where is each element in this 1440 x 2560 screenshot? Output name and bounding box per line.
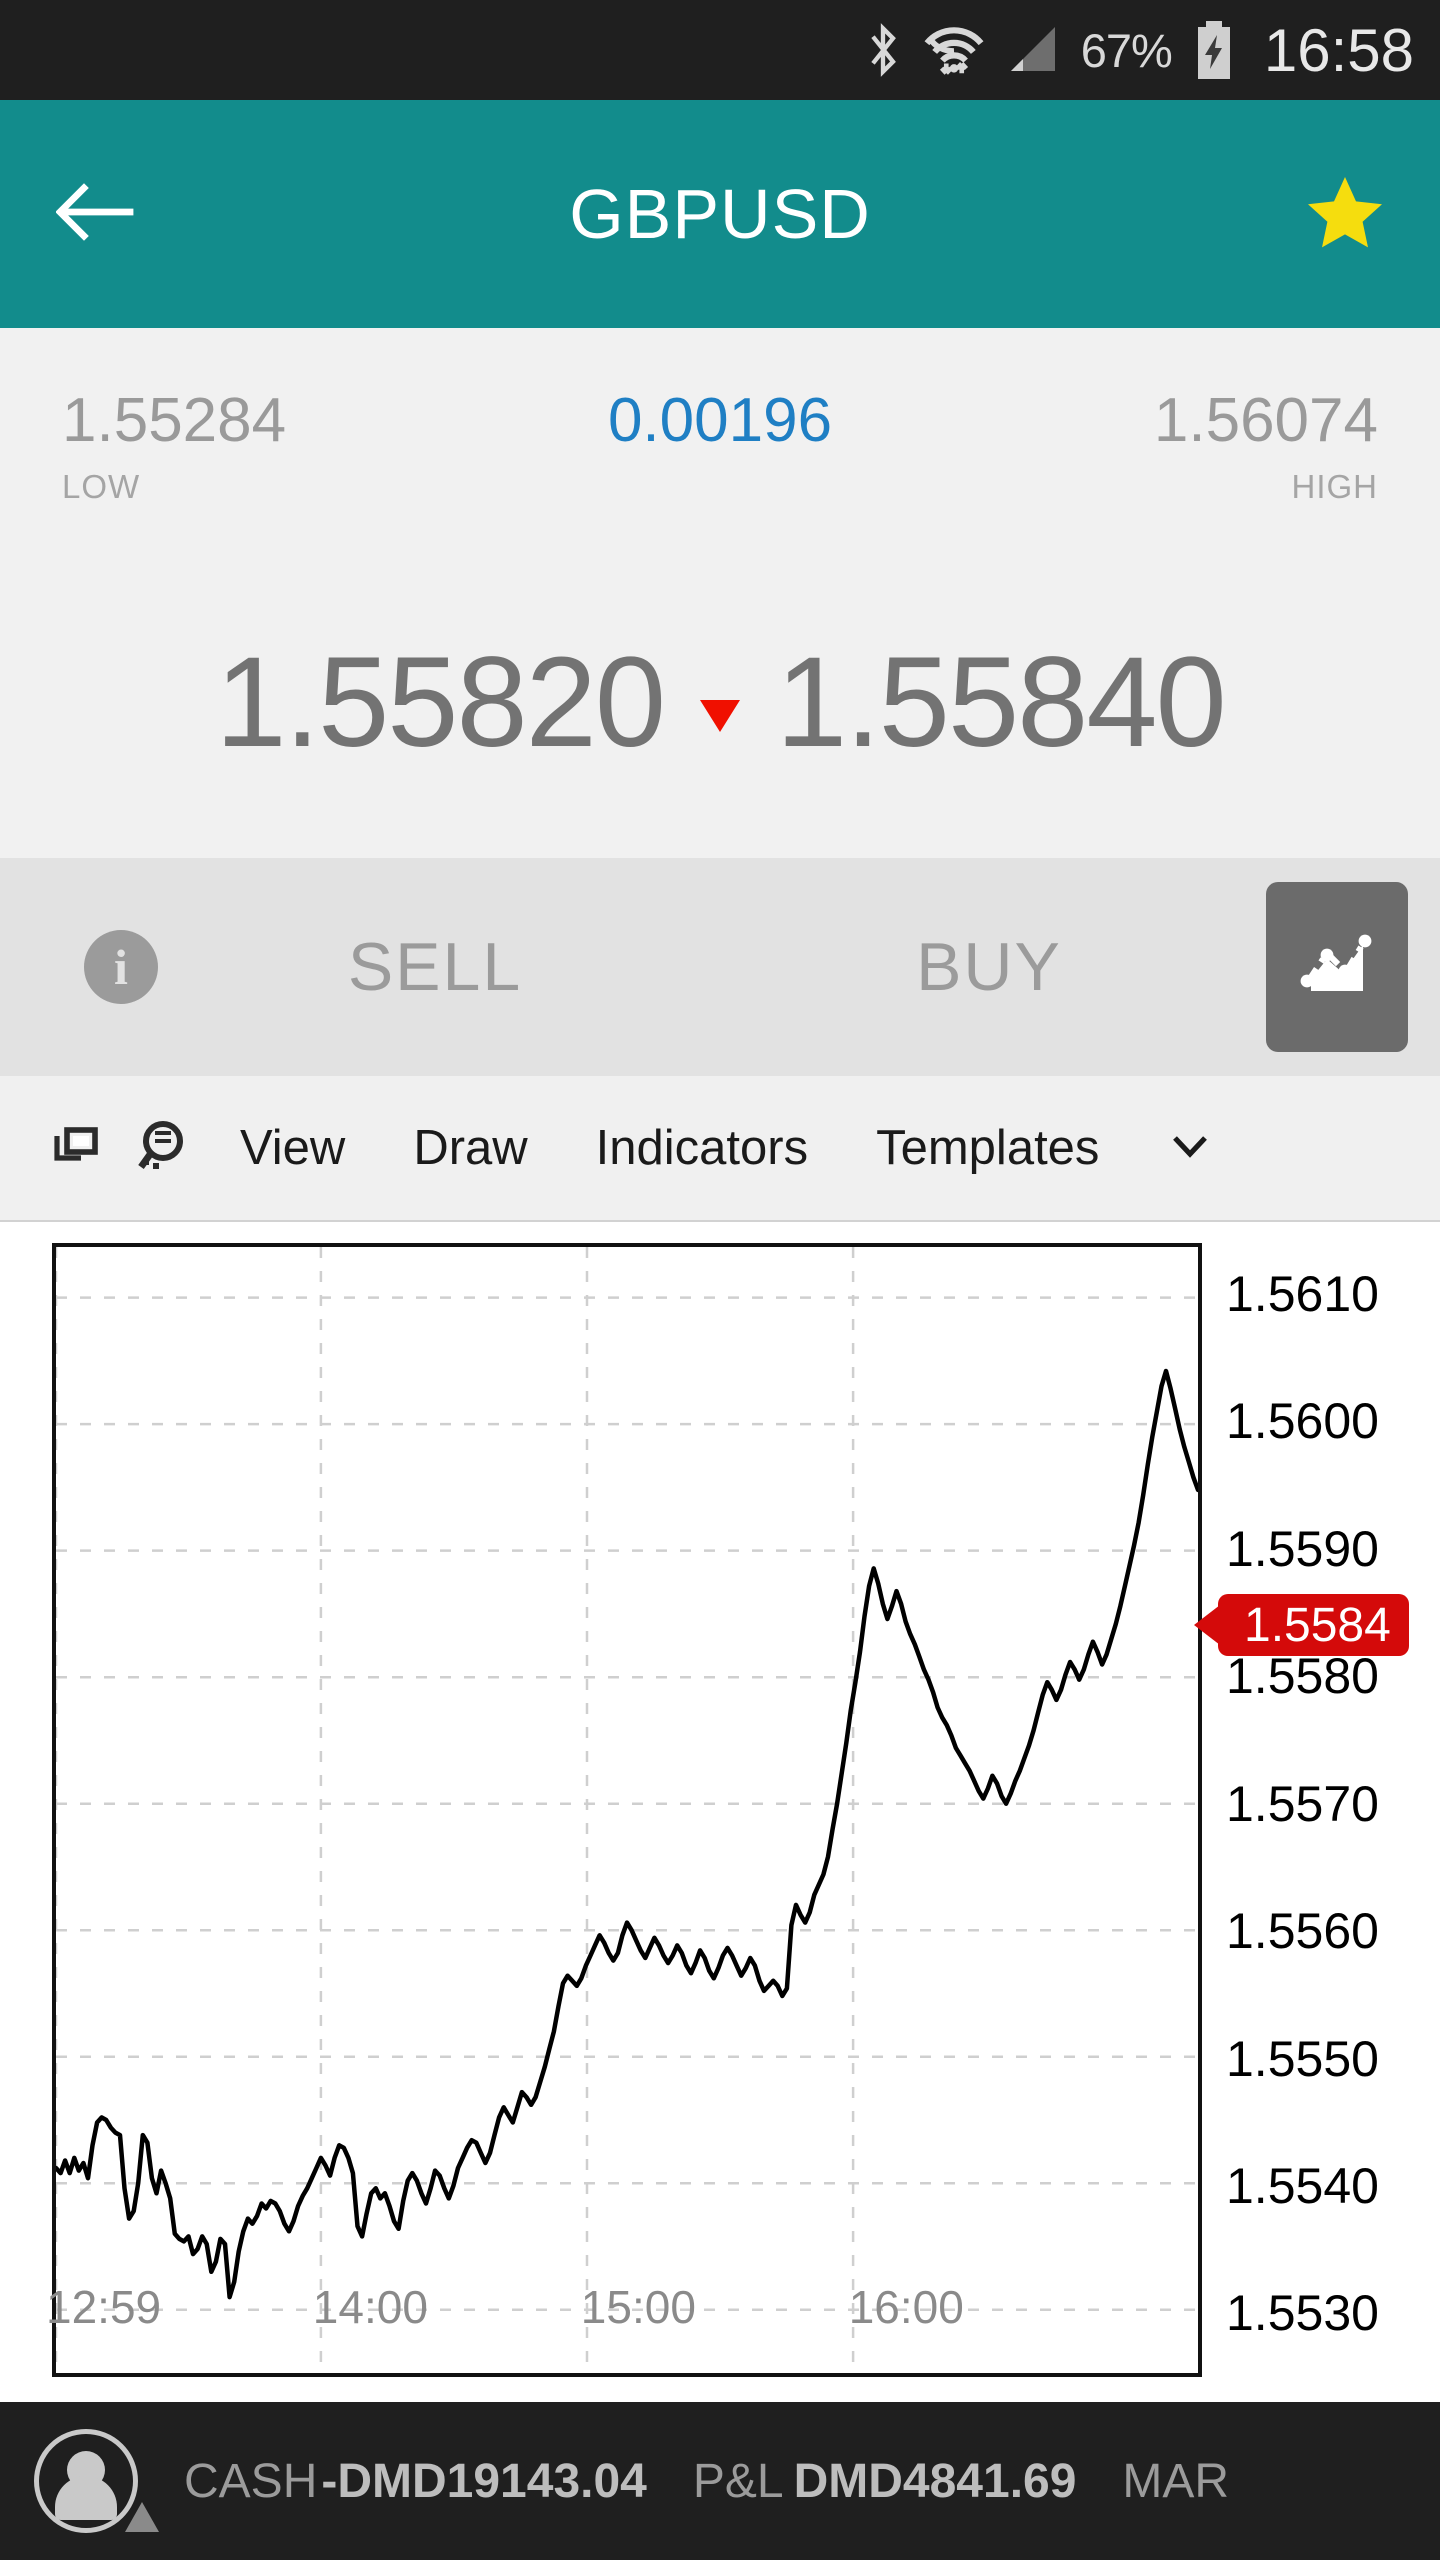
y-axis-tick: 1.5560: [1226, 1903, 1379, 1959]
x-axis-tick: 12:59: [46, 2281, 162, 2333]
avatar-caret-icon: [125, 2502, 159, 2532]
low-value: 1.55284: [62, 386, 287, 455]
avatar-icon[interactable]: [34, 2429, 159, 2533]
status-bar: 67% 16:58: [0, 0, 1440, 100]
current-price-tag: 1.5584: [1218, 1594, 1409, 1657]
toolbar-expand-button[interactable]: [1167, 1130, 1213, 1167]
high-block: 1.56074 HIGH: [1154, 390, 1378, 506]
margin-label: MAR: [1122, 2454, 1230, 2508]
toolbar-item-templates[interactable]: Templates: [842, 1120, 1133, 1176]
cash-item: CASH -DMD19143.04: [184, 2454, 647, 2509]
bid-price[interactable]: 1.55820: [215, 639, 666, 767]
bid-ask-row: 1.55820 1.55840: [0, 618, 1440, 788]
status-clock: 16:58: [1263, 16, 1414, 84]
low-block: 1.55284 LOW: [62, 390, 286, 506]
back-button[interactable]: [0, 182, 190, 247]
avatar-body: [55, 2476, 117, 2520]
app-root: 67% 16:58 GBPUSD 1.55284 LOW 0.00196 1.5…: [0, 0, 1440, 2560]
star-icon: [1305, 173, 1385, 256]
account-bar: CASH -DMD19143.04 P&L DMD4841.69 MAR: [0, 2402, 1440, 2560]
y-axis-tick: 1.5550: [1226, 2030, 1379, 2087]
app-bar: GBPUSD: [0, 100, 1440, 328]
wifi-icon: [923, 21, 985, 79]
y-axis-tick: 1.5600: [1226, 1393, 1379, 1450]
chart-y-axis: 1.5610 1.5600 1.5590 1.5580 1.5570 1.5560 1.55…: [1210, 1243, 1440, 2377]
windows-icon: [51, 1122, 103, 1175]
bluetooth-icon: [863, 21, 903, 79]
y-axis-tick: 1.5540: [1226, 2157, 1379, 2214]
back-arrow-icon: [55, 182, 134, 247]
chart-toolbar: View Draw Indicators Templates: [0, 1076, 1440, 1222]
sell-button[interactable]: SELL: [158, 928, 712, 1006]
y-axis-tick: 1.5570: [1226, 1775, 1379, 1832]
chart-plot-area[interactable]: [52, 1243, 1202, 2377]
y-axis-tick: 1.5610: [1226, 1266, 1379, 1322]
trade-bar: i SELL BUY: [0, 858, 1440, 1076]
chart-toggle-button[interactable]: [1266, 882, 1408, 1052]
chart-container[interactable]: 1.5610 1.5600 1.5590 1.5580 1.5570 1.5560 1.55…: [0, 1222, 1440, 2402]
battery-charging-icon: [1192, 19, 1236, 81]
ask-price[interactable]: 1.55840: [776, 639, 1227, 767]
spread-value: 0.00196: [607, 386, 833, 455]
battery-percent-label: 67%: [1080, 23, 1173, 77]
windows-button[interactable]: [34, 1122, 120, 1175]
favorite-button[interactable]: [1250, 173, 1440, 256]
page-title: GBPUSD: [569, 175, 871, 253]
cellular-signal-icon: [1005, 23, 1061, 77]
toolbar-item-indicators[interactable]: Indicators: [562, 1120, 842, 1176]
cash-value: -DMD19143.04: [321, 2454, 647, 2508]
pl-label: P&L: [692, 2454, 784, 2508]
x-axis-tick: 14:00: [312, 2281, 428, 2333]
high-low-row: 1.55284 LOW 0.00196 1.56074 HIGH: [0, 390, 1440, 506]
chart-toggle-icon: [1291, 923, 1383, 1012]
info-icon[interactable]: i: [84, 930, 158, 1004]
price-line-chart: [56, 1247, 1198, 2373]
toolbar-item-draw[interactable]: Draw: [379, 1120, 561, 1176]
toolbar-item-view[interactable]: View: [206, 1120, 379, 1176]
y-axis-tick: 1.5590: [1226, 1520, 1379, 1577]
chevron-down-icon: [1167, 1130, 1213, 1167]
x-axis-tick: 16:00: [848, 2281, 964, 2333]
low-label: LOW: [62, 468, 141, 505]
margin-item: MAR: [1122, 2454, 1229, 2509]
spread-block: 0.00196: [286, 390, 1154, 452]
down-triangle-icon: [700, 700, 740, 732]
zoom-button[interactable]: [120, 1117, 206, 1180]
pl-value: DMD4841.69: [793, 2454, 1077, 2508]
high-value: 1.56074: [1153, 386, 1378, 455]
buy-button[interactable]: BUY: [712, 928, 1266, 1006]
quote-panel: 1.55284 LOW 0.00196 1.56074 HIGH 1.55820…: [0, 328, 1440, 858]
magnifier-icon: [133, 1117, 193, 1180]
high-label: HIGH: [1291, 468, 1378, 505]
y-axis-tick: 1.5530: [1226, 2285, 1379, 2342]
x-axis-tick: 15:00: [580, 2281, 696, 2333]
cash-label: CASH: [184, 2454, 318, 2508]
pl-item: P&L DMD4841.69: [693, 2454, 1077, 2509]
